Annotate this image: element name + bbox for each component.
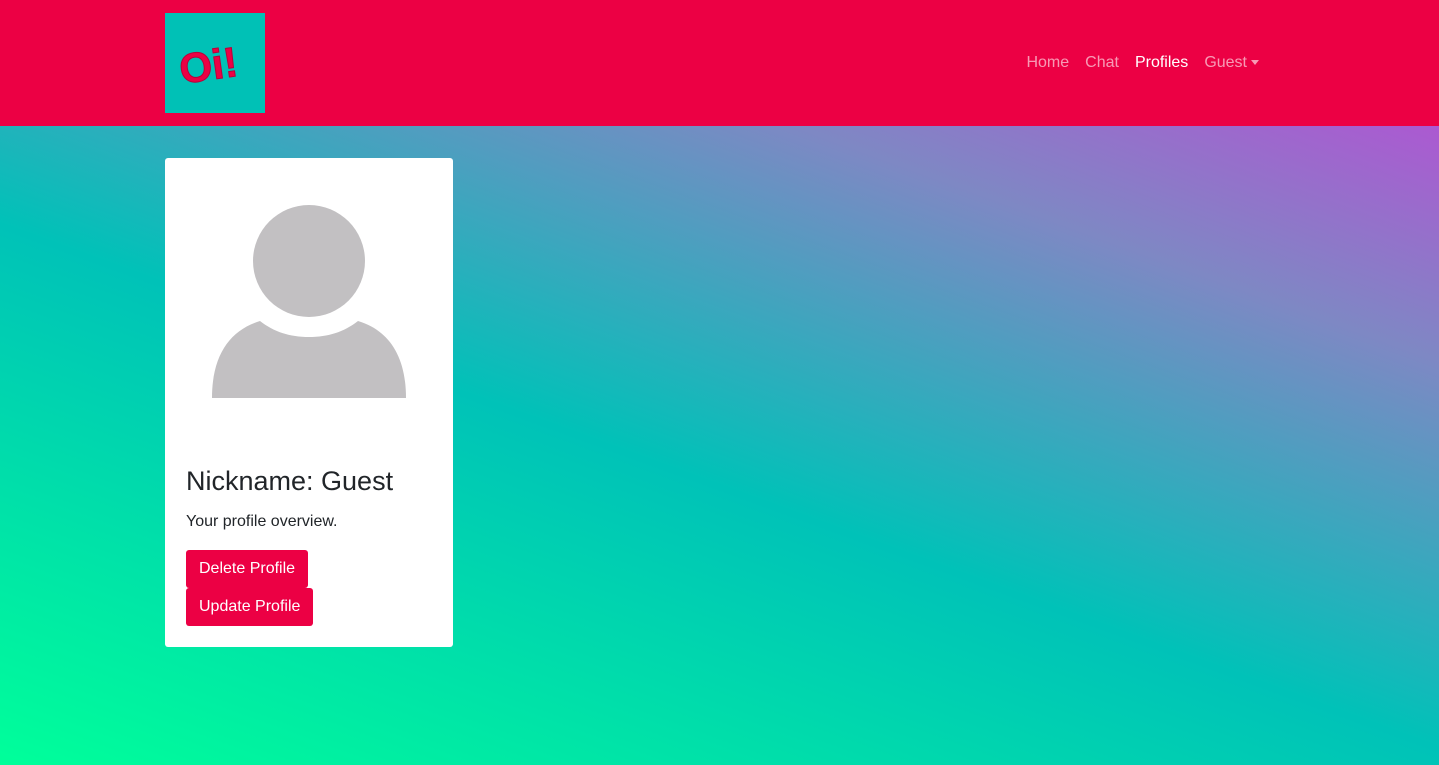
nav-dropdown-guest-label: Guest	[1204, 54, 1247, 71]
nav-link-home[interactable]: Home	[1018, 52, 1077, 74]
main-nav: Home Chat Profiles Guest	[1018, 52, 1267, 74]
profile-card: Nickname: Guest Your profile overview. D…	[165, 158, 453, 647]
profile-description: Your profile overview.	[186, 513, 338, 530]
nav-dropdown-guest[interactable]: Guest	[1196, 52, 1267, 74]
caret-down-icon	[1251, 59, 1259, 65]
nav-link-chat[interactable]: Chat	[1077, 52, 1127, 74]
delete-profile-button[interactable]: Delete Profile	[186, 550, 309, 588]
profile-nickname-title: Nickname: Guest	[186, 466, 394, 496]
brand-logo-link[interactable]: Oi!	[165, 13, 265, 113]
navbar: Oi! Home Chat Profiles Guest	[0, 0, 1439, 126]
user-placeholder-icon	[212, 205, 406, 398]
oi-logo-icon: Oi!	[177, 38, 241, 93]
logo-text: Oi!	[177, 38, 241, 93]
update-profile-button[interactable]: Update Profile	[186, 588, 314, 626]
nav-link-profiles[interactable]: Profiles	[1127, 52, 1196, 74]
